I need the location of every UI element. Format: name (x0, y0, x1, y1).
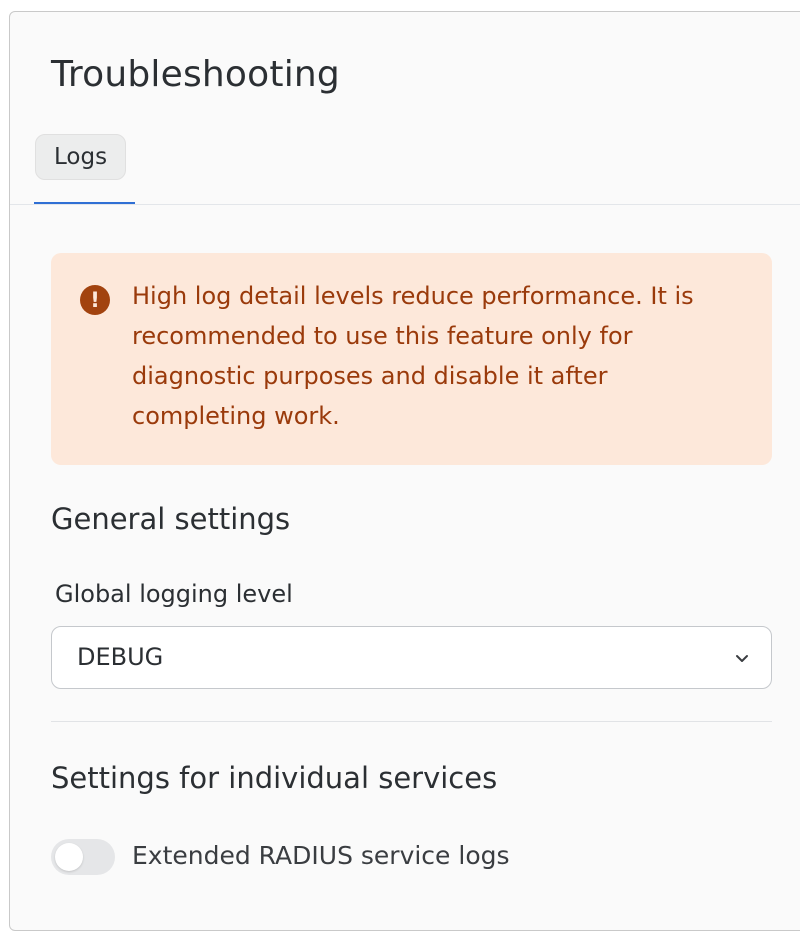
exclamation-circle-icon: ! (80, 285, 110, 315)
toggle-knob (55, 843, 83, 871)
active-tab-indicator (34, 202, 135, 204)
radius-logs-toggle[interactable] (51, 839, 115, 875)
warning-alert: ! High log detail levels reduce performa… (51, 253, 772, 465)
radius-logs-label: Extended RADIUS service logs (132, 841, 510, 870)
global-logging-level-select[interactable]: DEBUG (51, 626, 772, 689)
tab-bar: Logs (10, 132, 800, 205)
general-settings-heading: General settings (51, 502, 291, 536)
radius-logs-setting: Extended RADIUS service logs (51, 837, 651, 877)
chevron-down-icon (736, 655, 748, 662)
tab-logs[interactable]: Logs (35, 134, 127, 180)
individual-services-heading: Settings for individual services (51, 761, 498, 795)
global-logging-level-label: Global logging level (55, 580, 293, 608)
select-value: DEBUG (77, 643, 164, 671)
page-title: Troubleshooting (51, 54, 340, 95)
alert-message: High log detail levels reduce performanc… (132, 282, 694, 430)
section-divider (51, 721, 772, 722)
troubleshooting-panel: Troubleshooting Logs ! High log detail l… (9, 11, 800, 931)
